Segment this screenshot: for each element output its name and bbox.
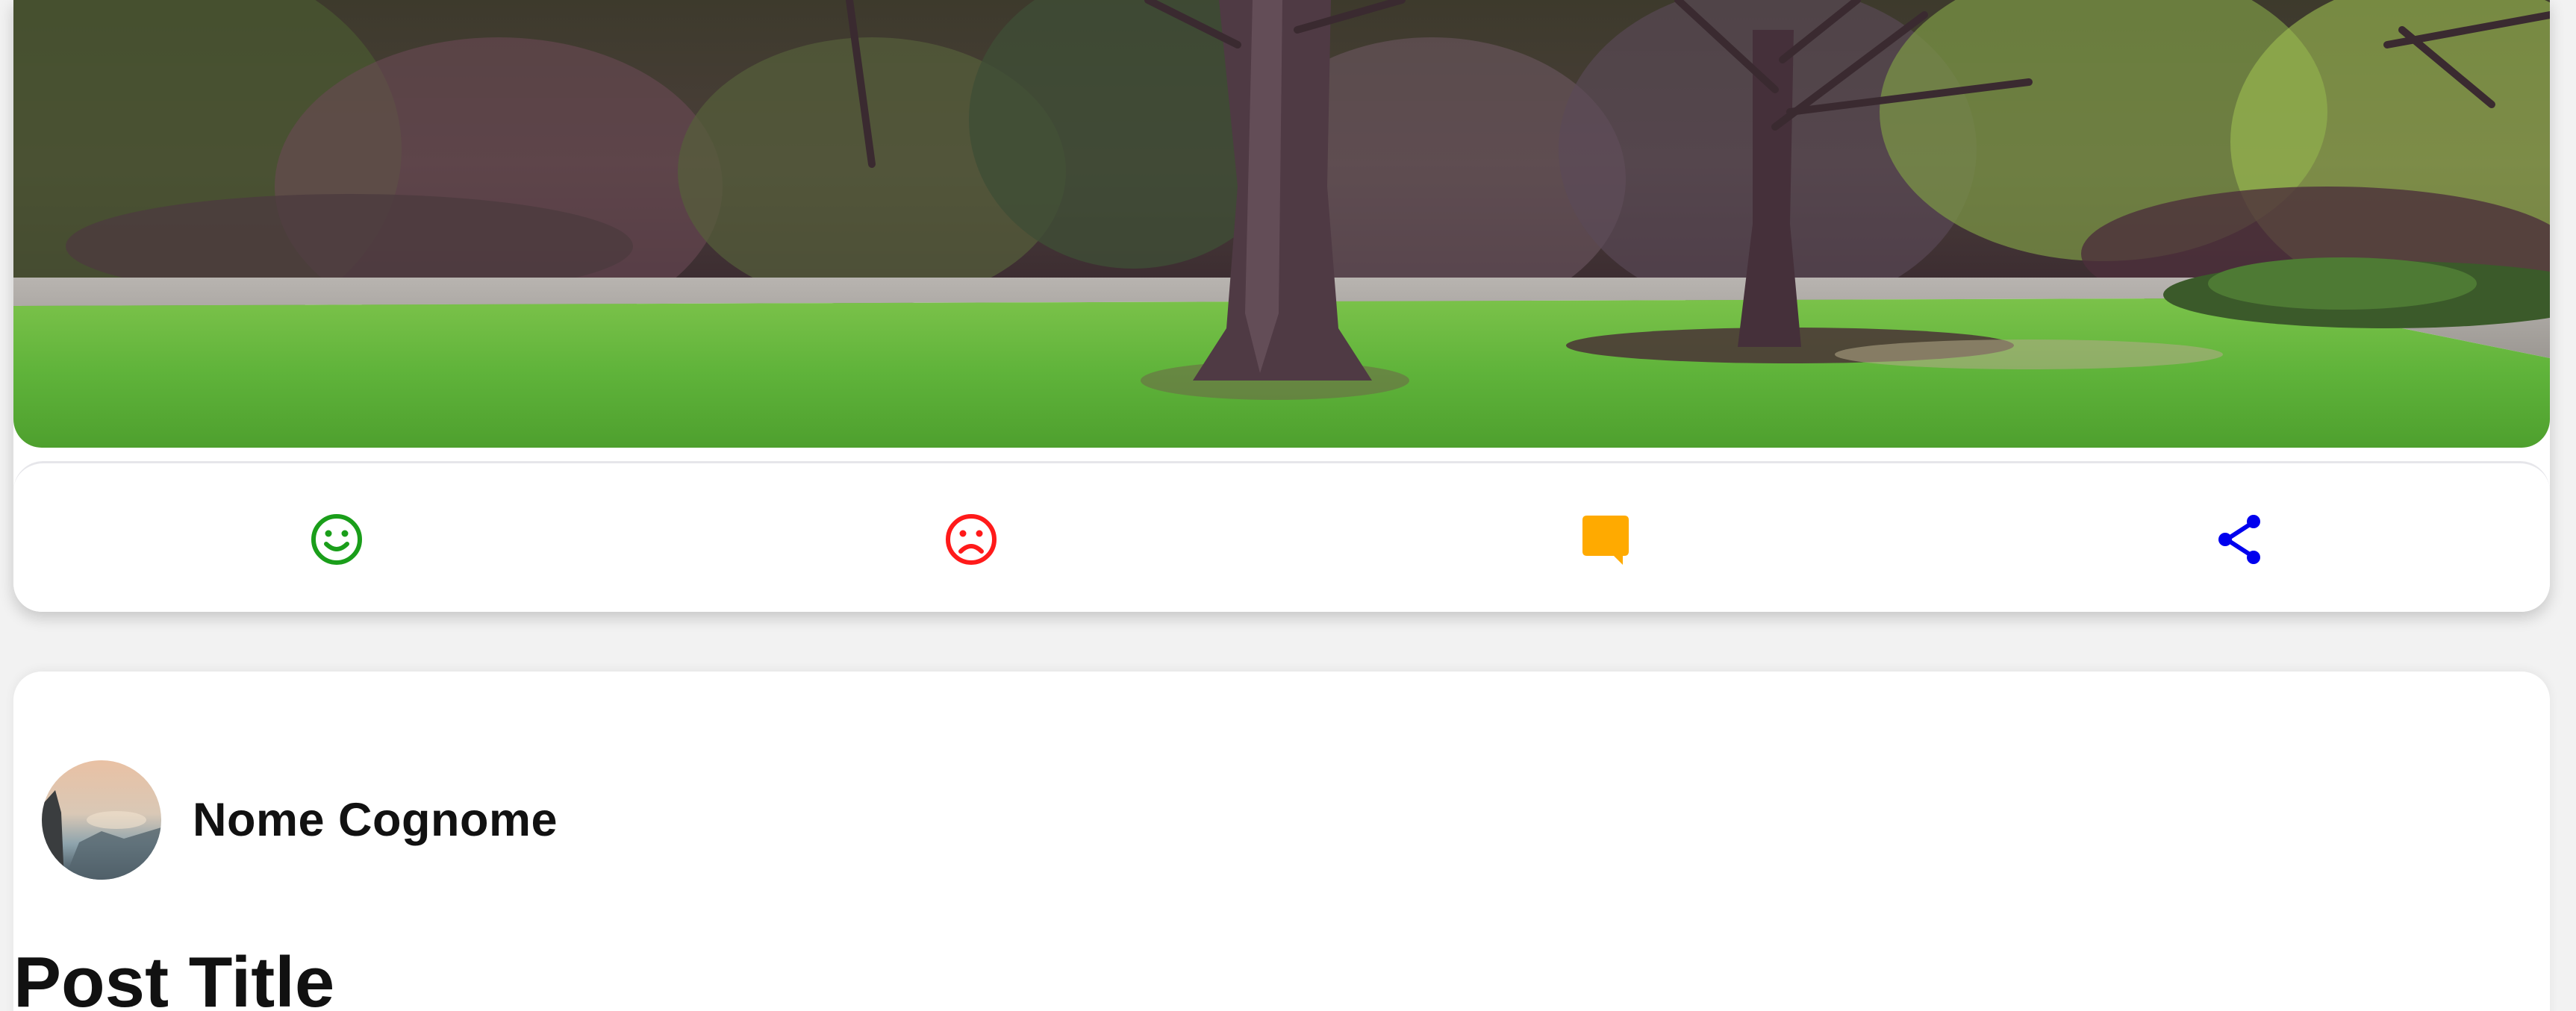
avatar[interactable]: [42, 760, 161, 880]
author-name[interactable]: Nome Cognome: [193, 793, 558, 847]
feed-page: Nome Cognome Post Title: [0, 0, 2576, 1011]
post-author[interactable]: Nome Cognome: [42, 760, 558, 880]
photo-post-card: [13, 0, 2550, 612]
smile-icon: [310, 513, 364, 566]
share-icon: [2213, 513, 2267, 566]
share-button[interactable]: [2210, 510, 2270, 569]
comment-button[interactable]: [1575, 510, 1635, 569]
dislike-button[interactable]: [941, 510, 1001, 569]
like-button[interactable]: [307, 510, 367, 569]
comment-icon: [1578, 513, 1632, 566]
frown-icon: [944, 513, 998, 566]
post-action-bar: [13, 461, 2550, 612]
post-title: Post Title: [13, 942, 335, 1011]
post-card: Nome Cognome Post Title: [13, 672, 2550, 1011]
post-photo[interactable]: [13, 0, 2550, 448]
